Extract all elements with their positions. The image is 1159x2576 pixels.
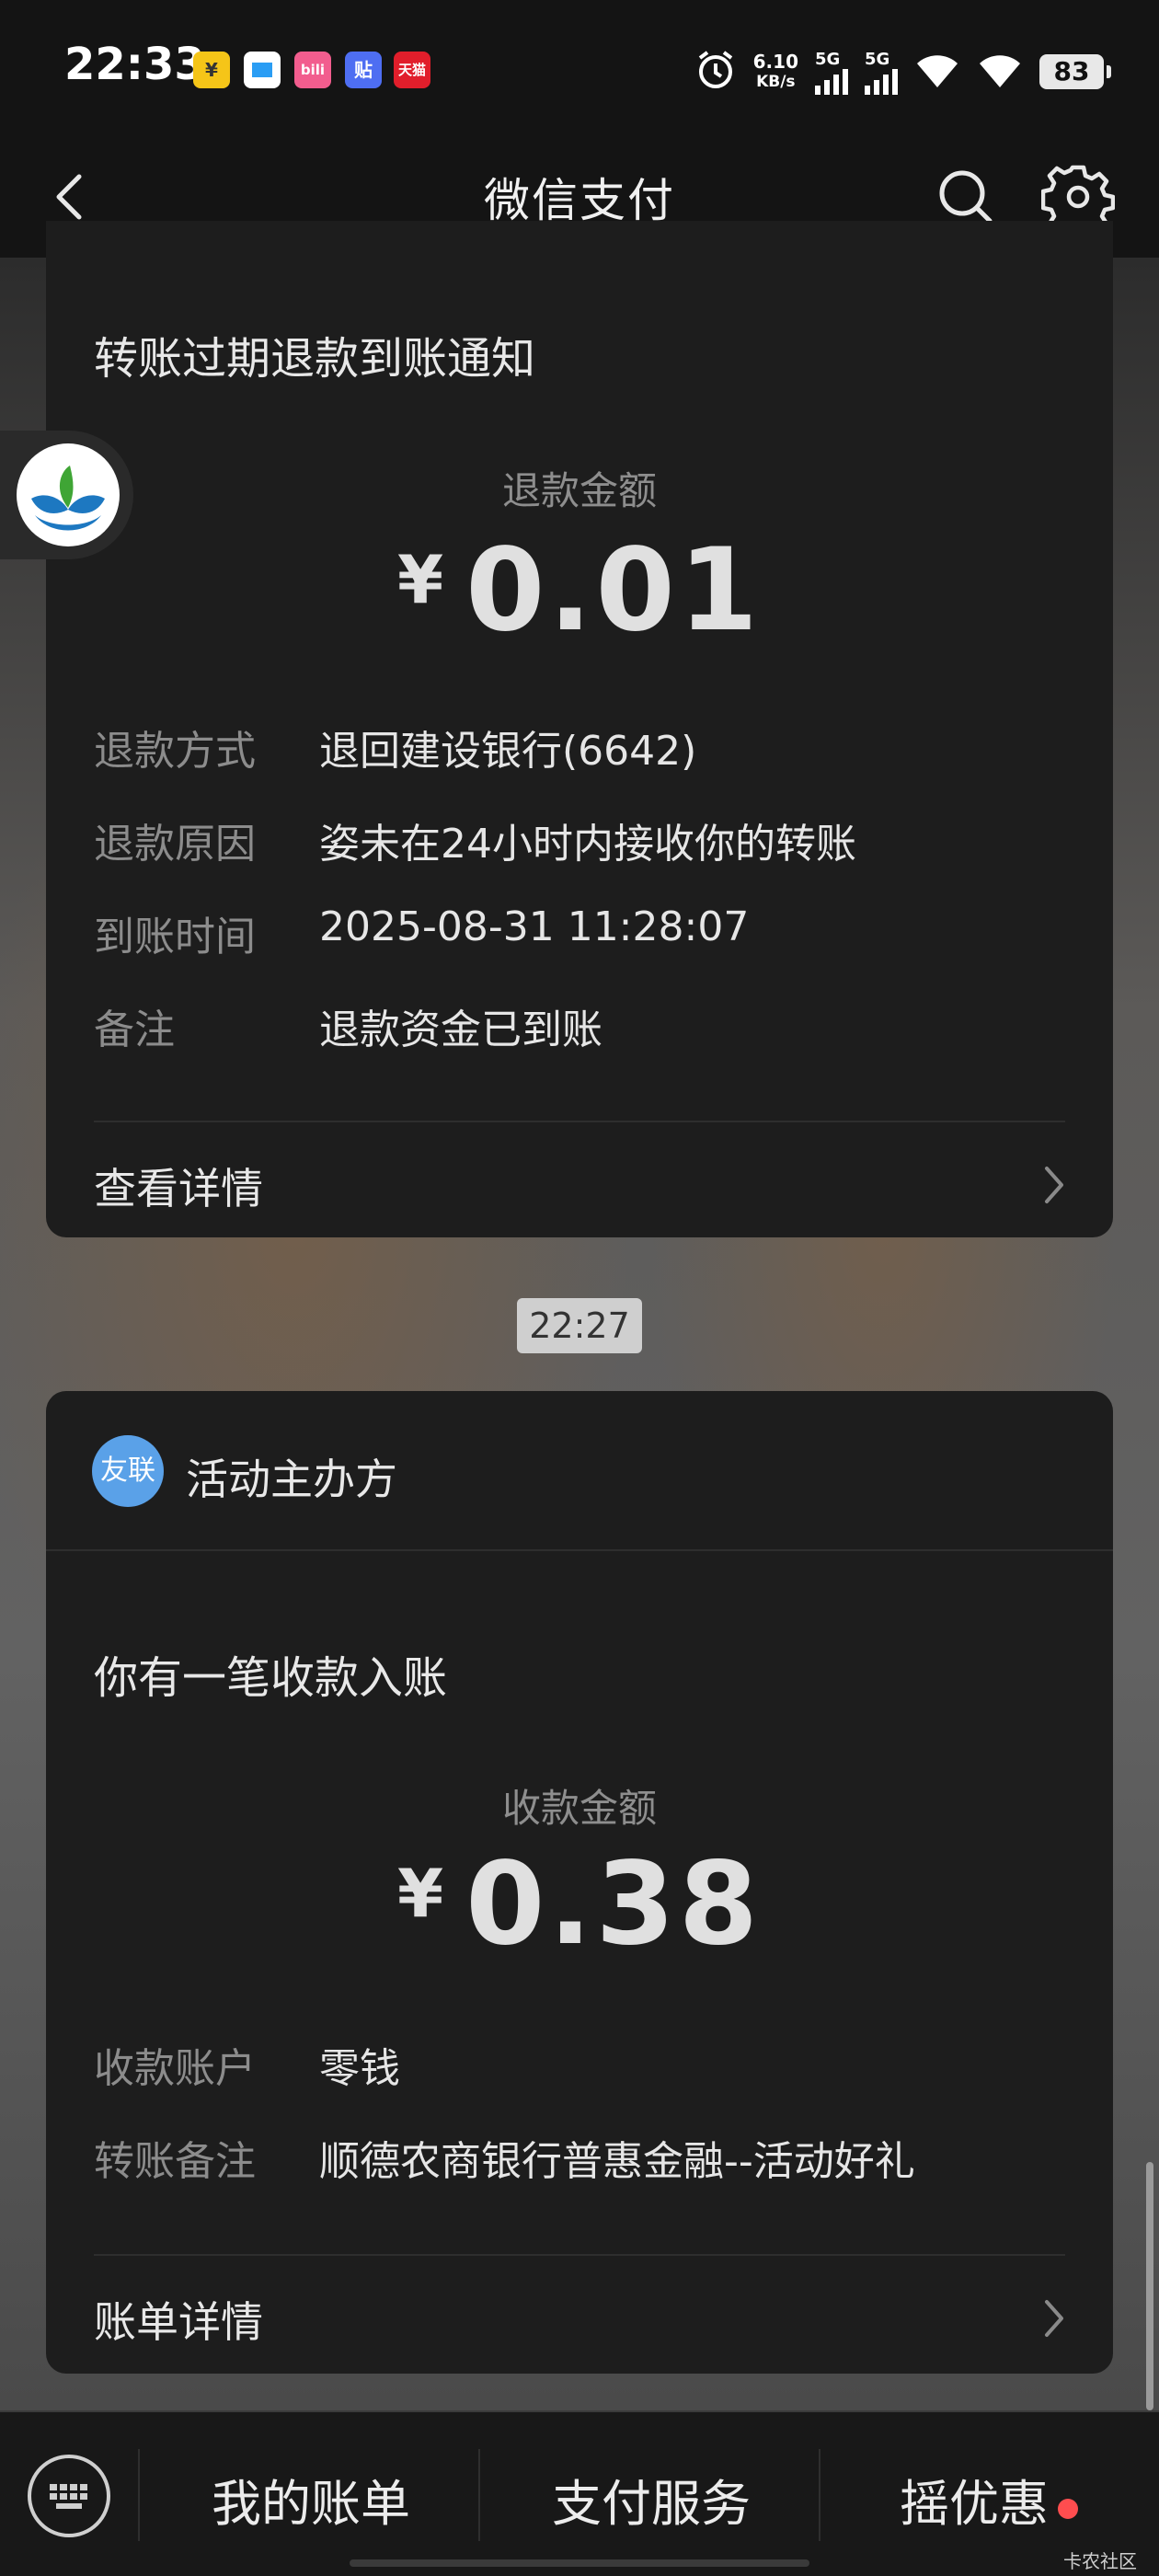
divider: [94, 2254, 1065, 2256]
battery-indicator: 83: [1039, 54, 1111, 89]
amount-label: 退款金额: [501, 468, 657, 513]
status-bar: 22:33 ¥ bili 贴 天猫 6.10 KB/s 5G 5G 83: [0, 0, 1159, 138]
detail-row: 备注 退款资金已到账: [94, 996, 602, 1055]
detail-key: 退款原因: [94, 821, 256, 868]
message-timestamp: 22:27: [517, 1298, 642, 1353]
detail-value: 姿未在24小时内接收你的转账: [319, 821, 856, 868]
detail-key: 到账时间: [94, 914, 256, 960]
detail-row: 转账备注 顺德农商银行普惠金融--活动好礼: [94, 2128, 915, 2187]
yuan-app-icon: ¥: [193, 52, 230, 88]
detail-value: 退回建设银行(6642): [319, 728, 697, 775]
network-speed: 6.10 KB/s: [753, 52, 798, 92]
network-speed-value: 6.10: [752, 51, 798, 73]
tab-separator: [478, 2449, 480, 2541]
keyboard-toggle-button[interactable]: [28, 2455, 110, 2537]
detail-row: 到账时间 2025-08-31 11:28:07: [94, 903, 749, 962]
sprout-logo-icon: [17, 443, 120, 546]
keyboard-icon: [50, 2484, 87, 2509]
tab-shake-discount[interactable]: 摇优惠: [900, 2463, 1049, 2536]
detail-key: 备注: [94, 1006, 175, 1053]
card-title: 转账过期退款到账通知: [94, 333, 536, 385]
wifi-icon: [977, 51, 1023, 93]
detail-key: 收款账户: [94, 2045, 256, 2092]
divider: [94, 1121, 1065, 1122]
amount-label: 收款金额: [501, 1786, 657, 1831]
bilibili-app-icon: bili: [294, 52, 331, 88]
refund-notification-card[interactable]: 转账过期退款到账通知 退款金额 ¥0.01 退款方式 退回建设银行(6642) …: [46, 221, 1113, 1237]
chevron-right-icon: [1036, 2293, 1073, 2344]
currency-symbol: ¥: [396, 1855, 444, 1932]
detail-value: 2025-08-31 11:28:07: [319, 903, 750, 950]
amount-value: 0.01: [465, 524, 763, 657]
organizer-name: 活动主办方: [186, 1455, 397, 1504]
detail-row: 退款方式 退回建设银行(6642): [94, 718, 696, 776]
watermark-text: 卡农社区: [1063, 2550, 1137, 2572]
network-speed-unit: KB/s: [756, 73, 796, 91]
divider: [46, 1549, 1113, 1551]
wifi-icon: [914, 51, 960, 93]
detail-key: 退款方式: [94, 728, 256, 775]
cell-signal-1: 5G: [815, 50, 848, 95]
detail-row: 退款原因 姿未在24小时内接收你的转账: [94, 811, 856, 869]
tie-app-icon: 贴: [345, 52, 382, 88]
notification-dot: [1058, 2499, 1078, 2519]
view-details-link[interactable]: 查看详情: [94, 1156, 263, 1216]
signal-bars-icon: [815, 68, 848, 95]
organizer-avatar: 友联: [92, 1435, 164, 1507]
amount-value: 0.38: [465, 1838, 763, 1971]
currency-symbol: ¥: [396, 541, 444, 618]
alarm-icon: [694, 49, 737, 95]
floating-app-logo[interactable]: [0, 431, 133, 559]
sim2-label: 5G: [865, 49, 890, 69]
amount-display: ¥0.01: [46, 524, 1113, 657]
status-indicators: 6.10 KB/s 5G 5G 83: [694, 46, 1111, 98]
detail-value: 零钱: [319, 2045, 400, 2092]
status-time: 22:33: [64, 39, 205, 90]
income-notification-card[interactable]: 友联 活动主办方 你有一笔收款入账 收款金额 ¥0.38 收款账户 零钱 转账备…: [46, 1391, 1113, 2374]
bill-details-link[interactable]: 账单详情: [94, 2289, 263, 2350]
blue-square-app-icon: [244, 52, 281, 88]
tab-payment-services[interactable]: 支付服务: [552, 2463, 751, 2536]
tmall-app-icon: 天猫: [394, 52, 430, 88]
detail-value: 顺德农商银行普惠金融--活动好礼: [319, 2138, 915, 2185]
detail-key: 转账备注: [94, 2138, 256, 2185]
tab-my-bills[interactable]: 我的账单: [212, 2463, 410, 2536]
signal-bars-icon: [865, 68, 898, 95]
bottom-menu-bar: 我的账单 支付服务 摇优惠 卡农社区: [0, 2412, 1159, 2576]
amount-display: ¥0.38: [46, 1838, 1113, 1971]
chevron-right-icon: [1036, 1159, 1073, 1211]
detail-row: 收款账户 零钱: [94, 2035, 400, 2094]
sim1-label: 5G: [815, 49, 841, 69]
scrollbar[interactable]: [1146, 2162, 1153, 2410]
tab-separator: [138, 2449, 140, 2541]
home-indicator[interactable]: [350, 2559, 809, 2567]
card-title: 你有一笔收款入账: [94, 1652, 448, 1704]
tab-separator: [819, 2449, 820, 2541]
cell-signal-2: 5G: [865, 50, 898, 95]
detail-value: 退款资金已到账: [319, 1006, 602, 1053]
